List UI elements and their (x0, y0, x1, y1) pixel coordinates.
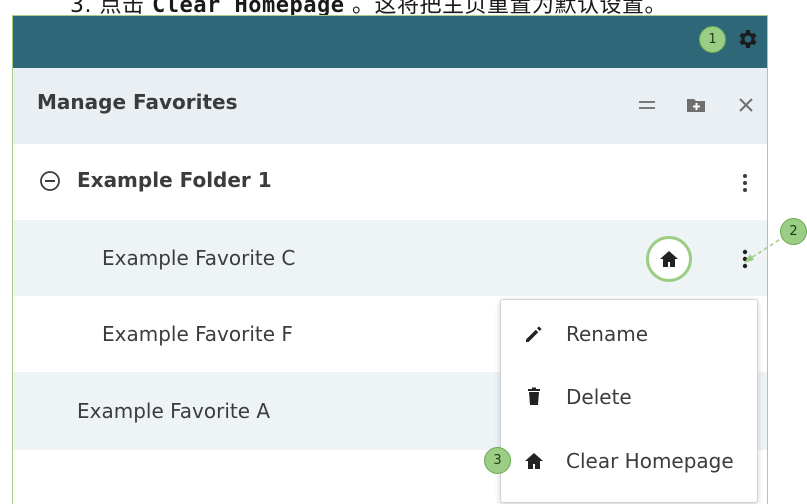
menu-item-clear-homepage[interactable]: Clear Homepage (501, 430, 757, 492)
homepage-indicator[interactable] (646, 236, 692, 282)
minus-circle-icon[interactable] (39, 170, 61, 192)
page-title: Manage Favorites (37, 90, 238, 114)
menu-item-label: Delete (566, 385, 632, 409)
step-badge-1: 1 (699, 26, 726, 53)
context-menu: Rename Delete Clear Homepage (500, 299, 758, 503)
equals-icon[interactable] (636, 94, 658, 116)
favorite-label: Example Favorite A (77, 399, 271, 423)
screenshot-stage: 3. 点击 Clear Homepage 。这将把主页重置为默认设置。 1 Ma… (0, 0, 807, 504)
gear-icon[interactable] (735, 27, 759, 51)
folder-plus-icon[interactable] (685, 94, 707, 116)
top-bar: 1 (13, 16, 767, 68)
folder-label: Example Folder 1 (77, 168, 272, 192)
folder-row[interactable]: Example Folder 1 (13, 144, 767, 220)
home-icon (660, 251, 678, 267)
panel-header: Manage Favorites (13, 68, 767, 144)
menu-item-label: Clear Homepage (566, 449, 734, 473)
step-badge-3: 3 (484, 447, 511, 474)
menu-item-rename[interactable]: Rename (501, 303, 757, 365)
close-icon[interactable] (735, 94, 757, 116)
home-icon (525, 453, 543, 469)
list-item-favorite-c[interactable]: Example Favorite C (13, 220, 767, 296)
trash-icon (528, 387, 540, 405)
kebab-menu-icon[interactable] (740, 172, 750, 194)
step-badge-2: 2 (780, 218, 807, 245)
menu-item-label: Rename (566, 322, 649, 346)
pencil-icon (526, 326, 542, 342)
favorite-label: Example Favorite F (102, 322, 293, 346)
menu-item-delete[interactable]: Delete (501, 366, 757, 428)
favorite-label: Example Favorite C (102, 246, 296, 270)
